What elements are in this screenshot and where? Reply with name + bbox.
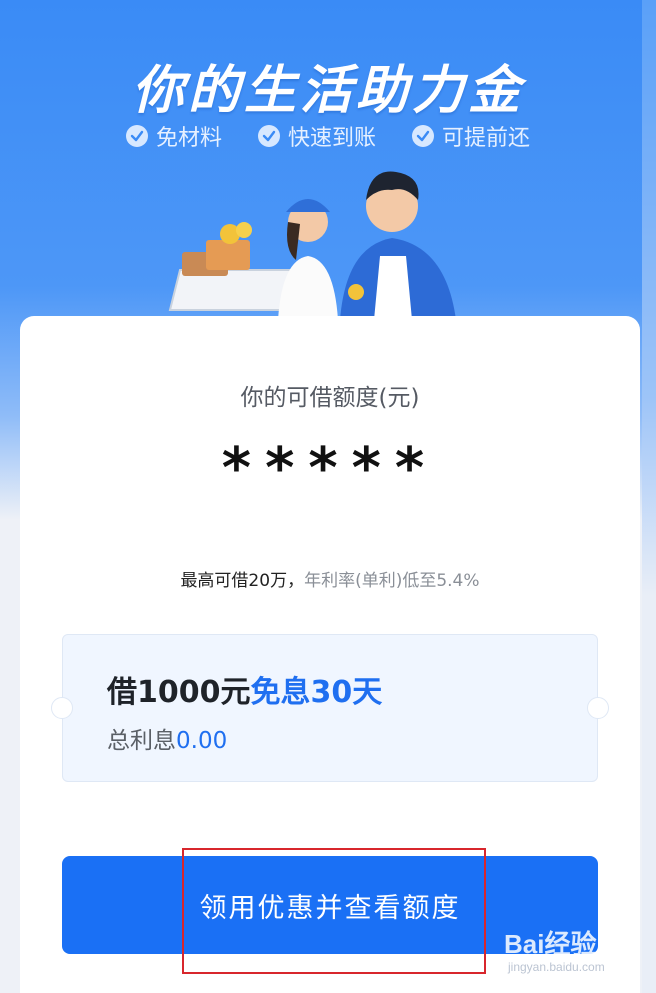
total-interest: 总利息0.00	[107, 721, 227, 755]
total-interest-value: 0.00	[176, 728, 228, 754]
annotation-highlight-box	[182, 848, 486, 974]
interest-free-coupon: 借1000元免息30天 总利息0.00	[51, 634, 609, 782]
limit-value: *****	[221, 436, 439, 501]
coupon-title-prefix: 借1000元	[107, 675, 251, 710]
shopping-couple-illustration	[168, 171, 456, 320]
baidu-jingyan-watermark: Bai经验 jingyan.baidu.com	[498, 924, 648, 984]
max-loan-text: 最高可借20万，	[180, 571, 305, 591]
coupon-title: 借1000元免息30天	[107, 667, 382, 711]
feature-list: 免材料 快速到账 可提前还	[0, 120, 656, 152]
rate-info: 最高可借20万，年利率(单利)低至5.4%	[20, 566, 640, 591]
coupon-title-highlight: 免息30天	[250, 675, 383, 710]
watermark-main: Bai经验	[504, 929, 597, 959]
check-icon	[412, 125, 434, 147]
interest-rate-text: 年利率(单利)低至5.4%	[304, 571, 480, 591]
feature-label: 可提前还	[442, 126, 531, 151]
feature-item: 免材料	[125, 120, 222, 152]
check-icon	[125, 125, 148, 147]
limit-label: 你的可借额度(元)	[240, 385, 420, 411]
coupon-notch	[51, 697, 73, 719]
hero-headline: 你的生活助力金	[131, 61, 524, 121]
coupon-notch	[587, 697, 609, 719]
feature-label: 免材料	[155, 126, 222, 151]
feature-label: 快速到账	[287, 126, 376, 151]
feature-item: 快速到账	[257, 120, 376, 152]
watermark-url: jingyan.baidu.com	[508, 960, 605, 974]
total-interest-label: 总利息	[107, 728, 176, 754]
feature-item: 可提前还	[412, 120, 530, 152]
check-icon	[257, 125, 280, 147]
